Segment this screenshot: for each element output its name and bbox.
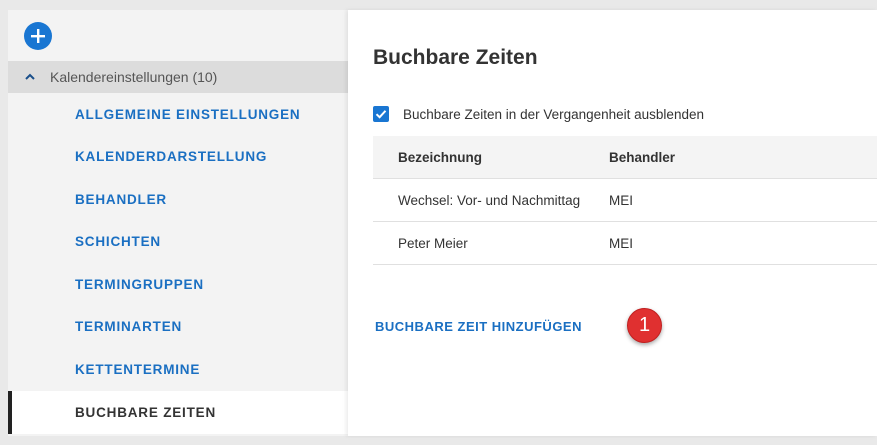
table-header: Bezeichnung Behandler: [373, 136, 877, 179]
plus-icon: [31, 29, 45, 43]
sidebar-item-terminarten[interactable]: TERMINARTEN: [8, 306, 350, 349]
check-icon: [375, 110, 387, 119]
sidebar: Kalendereinstellungen (10) ALLGEMEINE EI…: [8, 10, 350, 436]
hide-past-row: Buchbare Zeiten in der Vergangenheit aus…: [373, 106, 704, 122]
sidebar-item-kettentermine[interactable]: KETTENTERMINE: [8, 348, 350, 391]
sidebar-item-buchbare-zeiten[interactable]: BUCHBARE ZEITEN: [8, 390, 350, 434]
content-panel: Buchbare Zeiten Buchbare Zeiten in der V…: [348, 10, 877, 436]
page-title: Buchbare Zeiten: [373, 46, 538, 69]
chevron-up-icon: [25, 73, 35, 80]
table-cell: MEI: [609, 235, 634, 251]
column-header-behandler[interactable]: Behandler: [609, 150, 877, 165]
sidebar-item-allgemeine-einstellungen[interactable]: ALLGEMEINE EINSTELLUNGEN: [8, 93, 350, 136]
step-badge: 1: [627, 308, 662, 343]
bookable-times-table: Bezeichnung Behandler Wechsel: Vor- und …: [373, 136, 877, 265]
sidebar-item-schichten[interactable]: SCHICHTEN: [8, 221, 350, 264]
hide-past-label: Buchbare Zeiten in der Vergangenheit aus…: [403, 106, 704, 122]
table-cell: MEI: [609, 192, 634, 208]
table-cell: Wechsel: Vor- und Nachmittag: [398, 192, 581, 208]
sidebar-item-behandler[interactable]: BEHANDLER: [8, 178, 350, 221]
settings-group-label: Kalendereinstellungen (10): [50, 69, 218, 85]
column-header-bezeichnung[interactable]: Bezeichnung: [373, 150, 609, 165]
add-button[interactable]: [24, 22, 52, 50]
table-cell: Peter Meier: [398, 235, 468, 251]
add-bookable-time-button[interactable]: BUCHBARE ZEIT HINZUFÜGEN: [375, 319, 582, 334]
sidebar-item-kalenderdarstellung[interactable]: KALENDERDARSTELLUNG: [8, 136, 350, 179]
table-row[interactable]: Wechsel: Vor- und Nachmittag MEI: [373, 179, 877, 222]
hide-past-checkbox[interactable]: [373, 106, 389, 122]
app-frame: Kalendereinstellungen (10) ALLGEMEINE EI…: [0, 0, 877, 445]
settings-nav: ALLGEMEINE EINSTELLUNGEN KALENDERDARSTEL…: [8, 93, 350, 434]
sidebar-item-termingruppen[interactable]: TERMINGRUPPEN: [8, 263, 350, 306]
settings-group-header[interactable]: Kalendereinstellungen (10): [8, 61, 350, 93]
table-row[interactable]: Peter Meier MEI: [373, 222, 877, 265]
